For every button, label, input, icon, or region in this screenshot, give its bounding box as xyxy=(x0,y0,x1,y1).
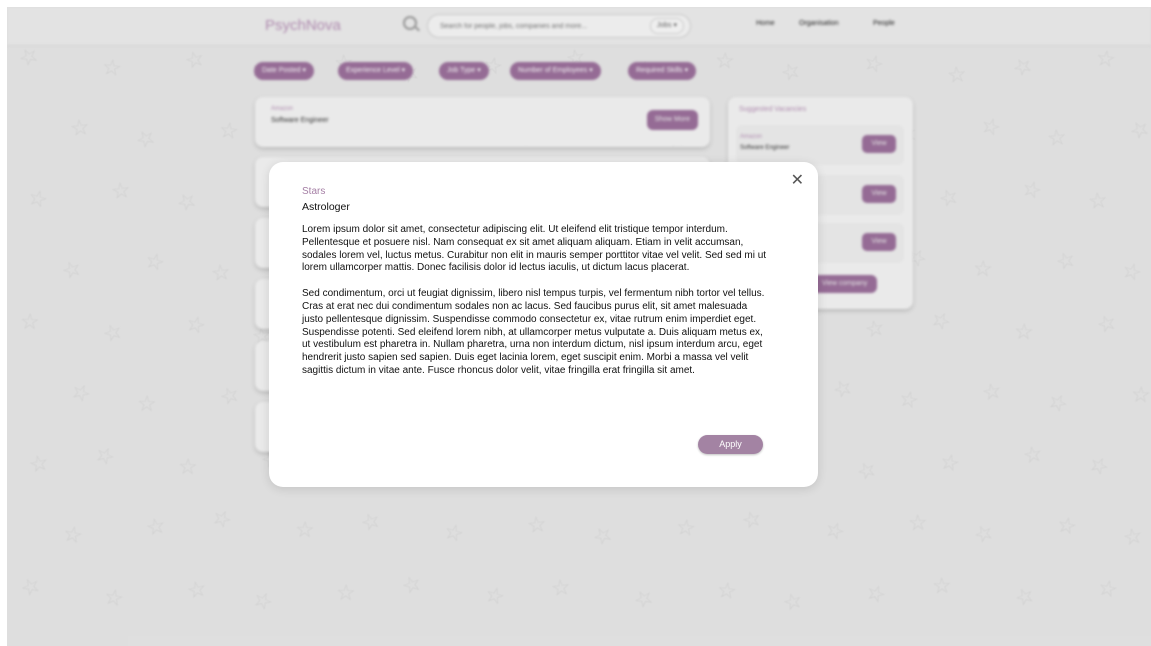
description-paragraph: Lorem ipsum dolor sit amet, consectetur … xyxy=(302,224,767,274)
modal-company: Stars xyxy=(302,186,326,197)
close-icon[interactable]: ✕ xyxy=(791,170,804,190)
job-details-modal: ✕ Stars Astrologer Lorem ipsum dolor sit… xyxy=(269,162,818,487)
description-paragraph: Sed condimentum, orci ut feugiat digniss… xyxy=(302,288,765,376)
apply-button[interactable]: Apply xyxy=(698,435,763,454)
job-description: Lorem ipsum dolor sit amet, consectetur … xyxy=(302,224,770,391)
modal-role: Astrologer xyxy=(302,201,350,213)
